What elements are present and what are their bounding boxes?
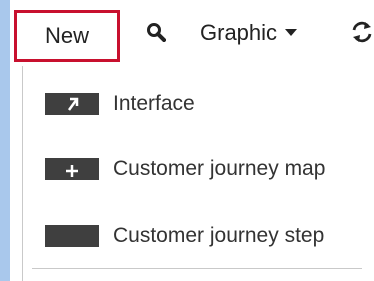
plus-icon <box>45 158 99 180</box>
menu-divider <box>32 268 362 269</box>
new-dropdown-menu: Interface Customer journey map Customer … <box>22 66 374 281</box>
refresh-icon[interactable] <box>350 20 374 44</box>
search-icon[interactable] <box>146 22 166 42</box>
toolbar: New Graphic <box>10 0 374 66</box>
new-button[interactable]: New <box>14 10 120 62</box>
menu-item-label: Interface <box>113 92 195 115</box>
chevron-down-icon <box>285 29 298 36</box>
menu-item-interface[interactable]: Interface <box>23 76 374 132</box>
menu-item-customer-journey-map[interactable]: Customer journey map <box>23 141 374 197</box>
graphic-dropdown-label: Graphic <box>200 20 278 45</box>
graphic-dropdown[interactable]: Graphic <box>200 17 298 49</box>
journey-step-icon <box>45 225 99 247</box>
interface-icon <box>45 93 99 115</box>
menu-item-label: Customer journey map <box>113 157 326 180</box>
new-menu-panel: New Graphic Interface Customer journey m… <box>10 0 374 281</box>
menu-item-customer-journey-step[interactable]: Customer journey step <box>23 208 374 264</box>
menu-item-label: Customer journey step <box>113 224 325 247</box>
